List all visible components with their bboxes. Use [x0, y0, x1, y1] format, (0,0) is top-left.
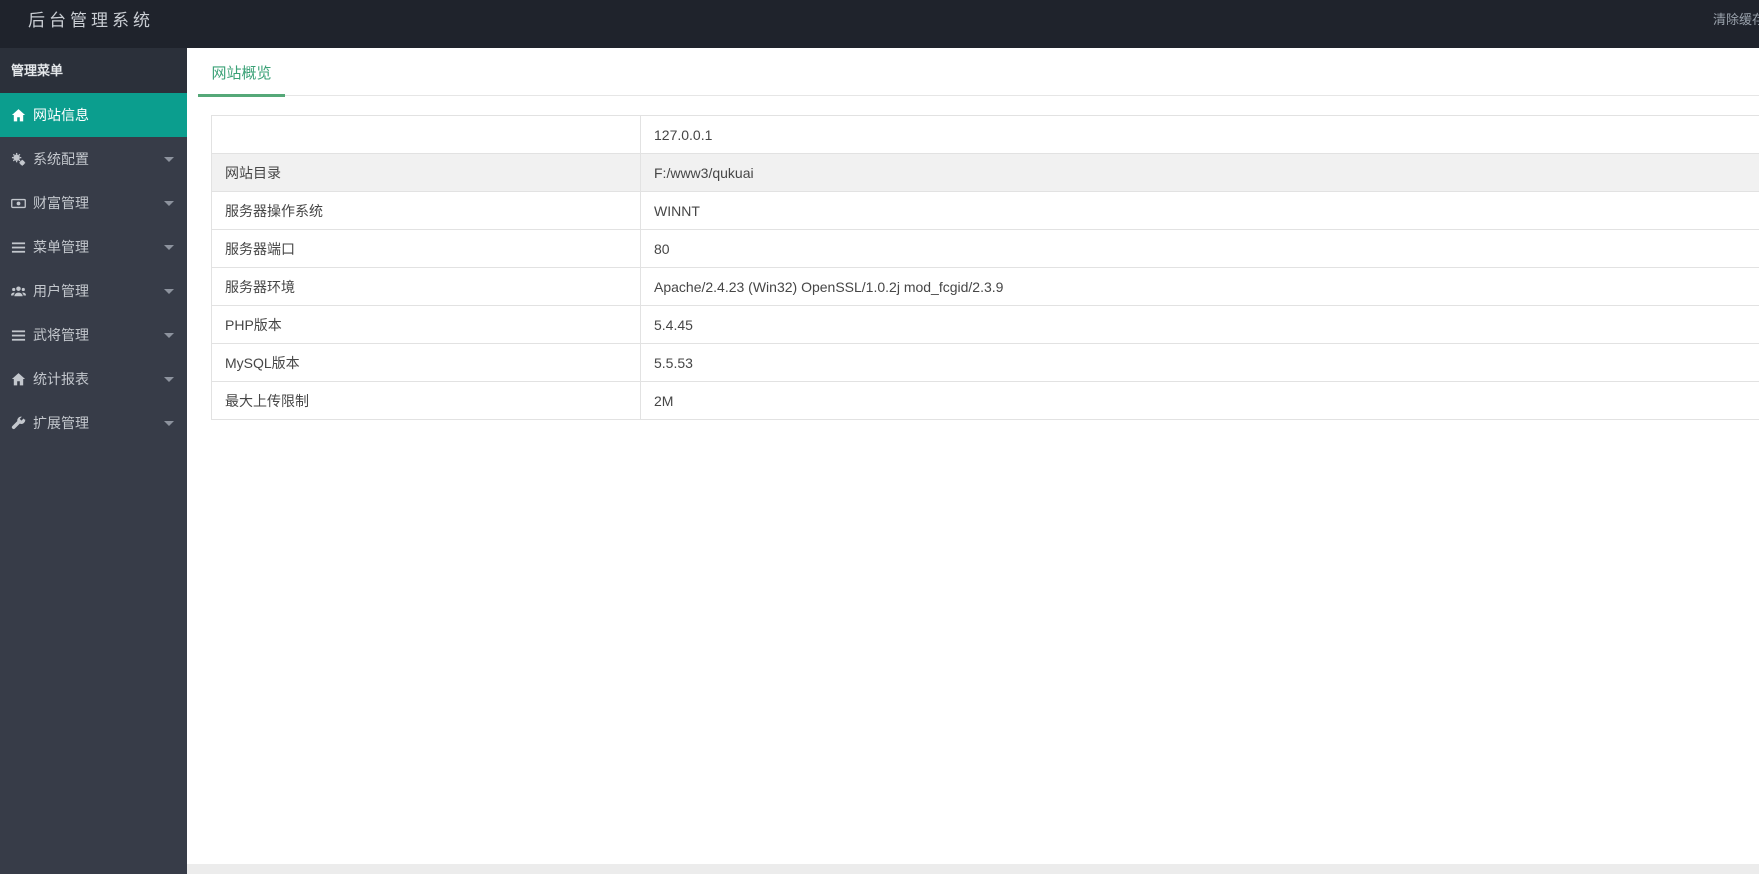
chevron-down-icon — [164, 289, 174, 294]
table-label-cell: 最大上传限制 — [211, 381, 641, 420]
table-label-cell: 服务器环境 — [211, 267, 641, 306]
table-row: 服务器环境 Apache/2.4.23 (Win32) OpenSSL/1.0.… — [211, 267, 1759, 306]
table-row: 服务器端口 80 — [211, 229, 1759, 268]
chevron-down-icon — [164, 333, 174, 338]
tab-site-overview[interactable]: 网站概览 — [198, 62, 285, 97]
chevron-down-icon — [164, 377, 174, 382]
tab-bar: 网站概览 — [198, 48, 1759, 97]
sidebar-item-label: 网站信息 — [33, 107, 89, 123]
wrench-icon — [11, 416, 26, 431]
table-row: 服务器操作系统 WINNT — [211, 191, 1759, 230]
sidebar-item-菜单管理[interactable]: 菜单管理 — [0, 225, 187, 269]
sidebar-item-label: 系统配置 — [33, 151, 89, 167]
main-content: 网站概览 127.0.0.1 网站目录 F:/www3/qukuai 服务器操作… — [187, 48, 1759, 874]
list-icon — [11, 328, 26, 343]
site-info-table: 127.0.0.1 网站目录 F:/www3/qukuai 服务器操作系统 WI… — [211, 115, 1759, 420]
home-icon — [11, 108, 26, 123]
site-info-table-wrap: 127.0.0.1 网站目录 F:/www3/qukuai 服务器操作系统 WI… — [211, 115, 1759, 420]
table-value-cell: F:/www3/qukuai — [640, 153, 1759, 192]
sidebar-item-扩展管理[interactable]: 扩展管理 — [0, 401, 187, 445]
sidebar-item-财富管理[interactable]: 财富管理 — [0, 181, 187, 225]
table-value-cell: 5.4.45 — [640, 305, 1759, 344]
sidebar: 管理菜单 网站信息 系统配置 财富管理 菜单管理 用户管理 武将管理 统计报表 … — [0, 48, 187, 874]
table-label-cell: MySQL版本 — [211, 343, 641, 382]
top-navbar: 后台管理系统 清除缓存 — [0, 0, 1759, 48]
table-value-cell: WINNT — [640, 191, 1759, 230]
sidebar-item-网站信息[interactable]: 网站信息 — [0, 93, 187, 137]
users-icon — [11, 284, 26, 299]
table-row: 127.0.0.1 — [211, 115, 1759, 154]
home-icon — [11, 372, 26, 387]
money-icon — [11, 196, 26, 211]
sidebar-item-武将管理[interactable]: 武将管理 — [0, 313, 187, 357]
table-label-cell: 网站目录 — [211, 153, 641, 192]
app-title: 后台管理系统 — [28, 11, 154, 30]
sidebar-menu-header: 管理菜单 — [0, 48, 187, 93]
sidebar-item-系统配置[interactable]: 系统配置 — [0, 137, 187, 181]
table-label-cell: 服务器端口 — [211, 229, 641, 268]
sidebar-item-label: 武将管理 — [33, 327, 89, 343]
table-value-cell: 5.5.53 — [640, 343, 1759, 382]
footer-strip — [187, 864, 1759, 874]
table-label-cell: 服务器操作系统 — [211, 191, 641, 230]
table-row: MySQL版本 5.5.53 — [211, 343, 1759, 382]
list-icon — [11, 240, 26, 255]
table-label-cell — [211, 115, 641, 154]
table-row: 最大上传限制 2M — [211, 381, 1759, 420]
chevron-down-icon — [164, 245, 174, 250]
sidebar-item-label: 财富管理 — [33, 195, 89, 211]
sidebar-item-label: 扩展管理 — [33, 415, 89, 431]
table-label-cell: PHP版本 — [211, 305, 641, 344]
sidebar-item-label: 菜单管理 — [33, 239, 89, 255]
sidebar-item-label: 统计报表 — [33, 371, 89, 387]
sidebar-item-label: 用户管理 — [33, 283, 89, 299]
chevron-down-icon — [164, 421, 174, 426]
table-row: PHP版本 5.4.45 — [211, 305, 1759, 344]
table-value-cell: Apache/2.4.23 (Win32) OpenSSL/1.0.2j mod… — [640, 267, 1759, 306]
table-row: 网站目录 F:/www3/qukuai — [211, 153, 1759, 192]
table-value-cell: 127.0.0.1 — [640, 115, 1759, 154]
chevron-down-icon — [164, 201, 174, 206]
cogs-icon — [11, 152, 26, 167]
table-value-cell: 2M — [640, 381, 1759, 420]
clear-cache-link[interactable]: 清除缓存 — [1713, 9, 1759, 28]
sidebar-menu: 网站信息 系统配置 财富管理 菜单管理 用户管理 武将管理 统计报表 扩展管理 — [0, 93, 187, 445]
sidebar-item-统计报表[interactable]: 统计报表 — [0, 357, 187, 401]
table-value-cell: 80 — [640, 229, 1759, 268]
chevron-down-icon — [164, 157, 174, 162]
sidebar-item-用户管理[interactable]: 用户管理 — [0, 269, 187, 313]
